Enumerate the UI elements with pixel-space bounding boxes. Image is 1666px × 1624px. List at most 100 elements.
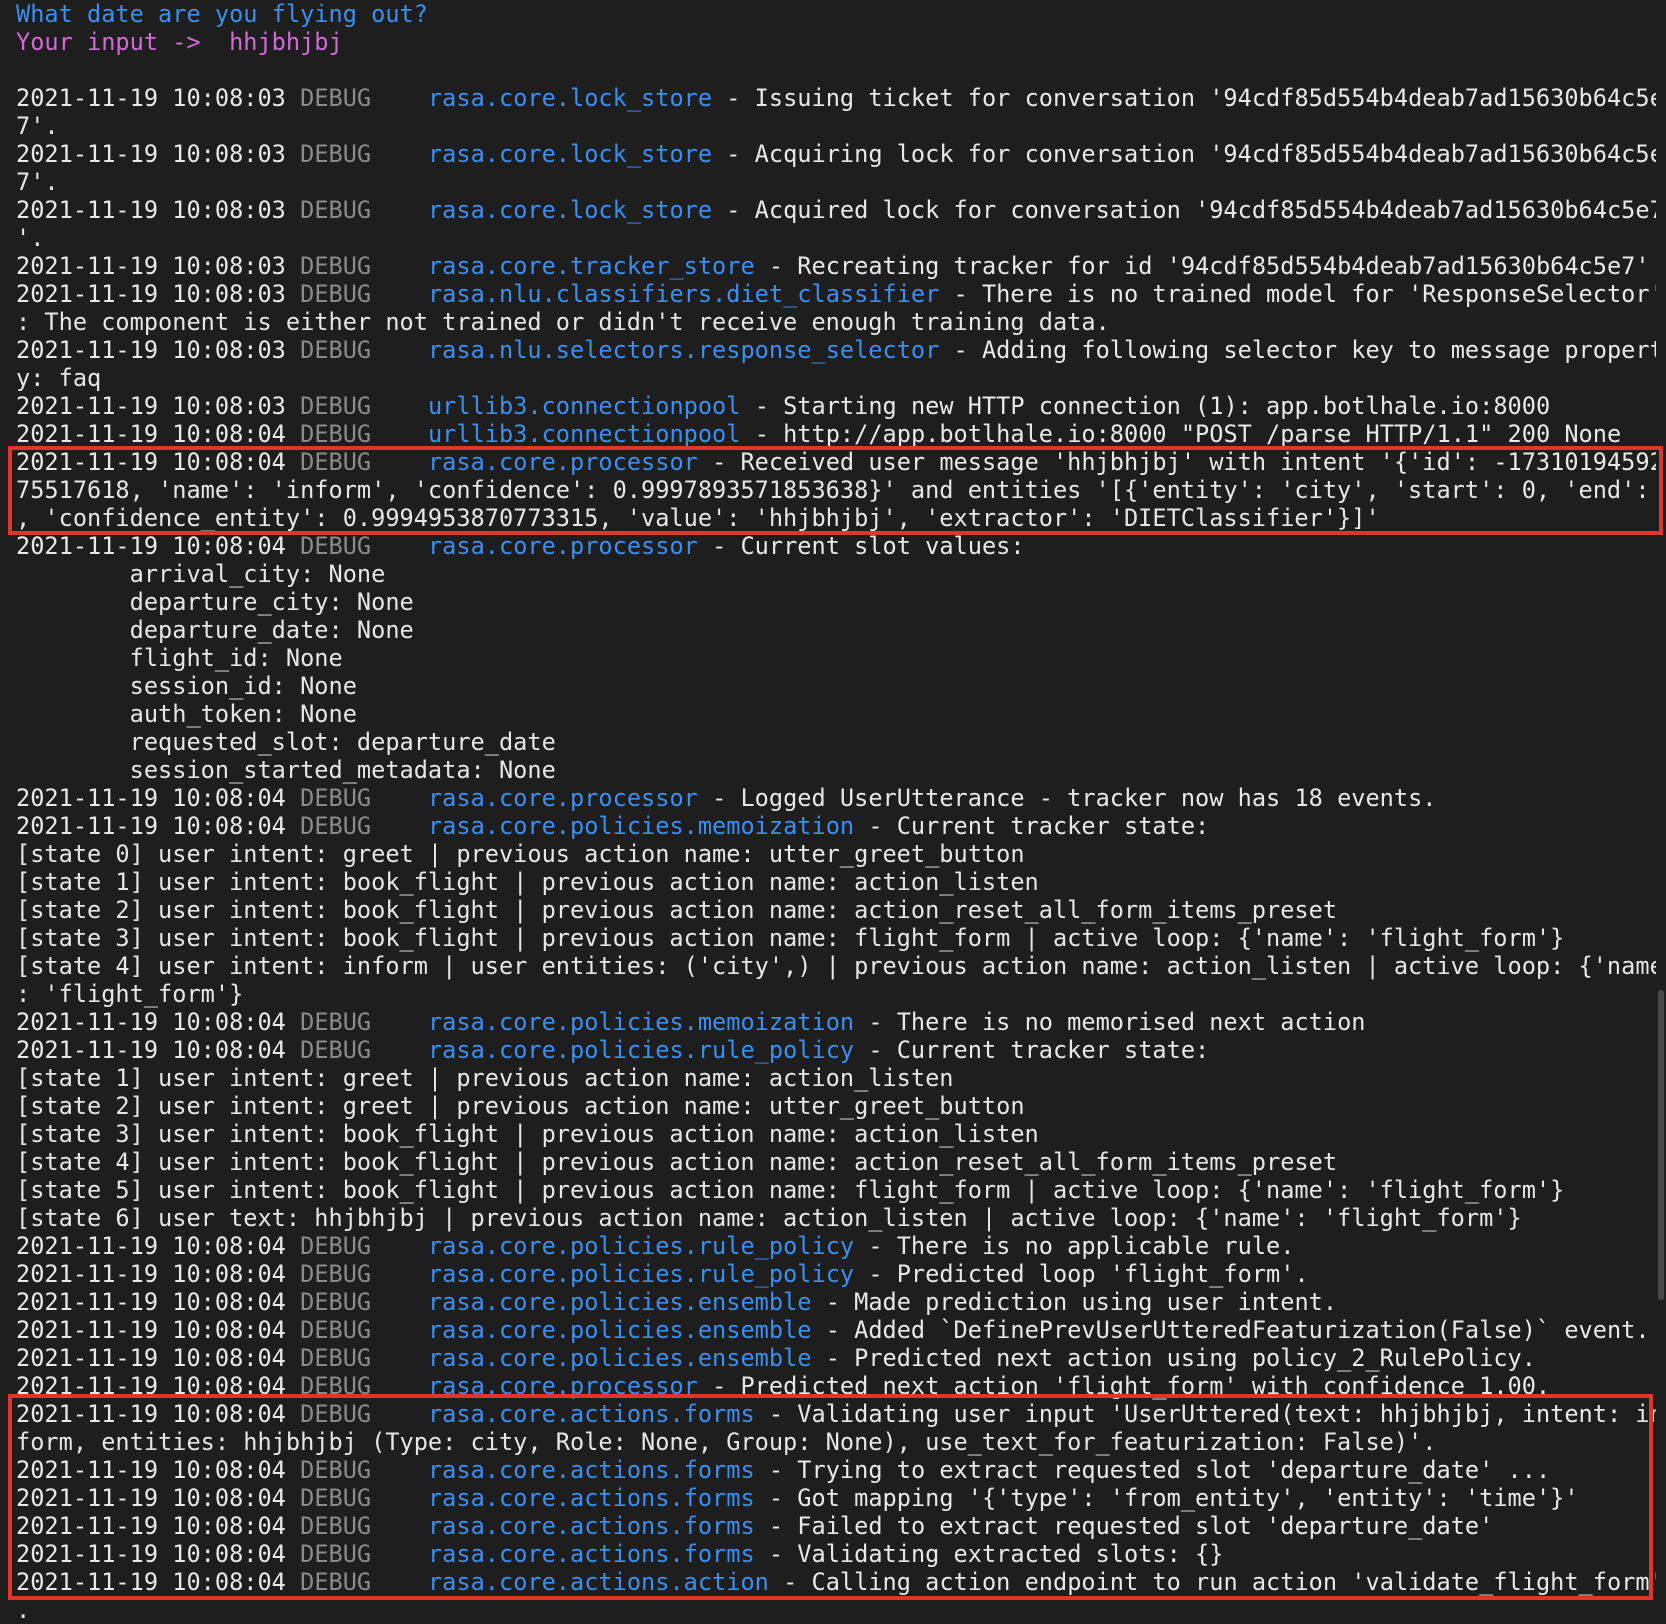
log-level: DEBUG xyxy=(300,1036,372,1064)
log-message: - Adding following selector key to messa… xyxy=(939,336,1656,364)
log-module: rasa.core.policies.rule_policy xyxy=(427,1036,855,1064)
log-message: - Starting new HTTP connection (1): app.… xyxy=(740,392,1551,420)
log-line: 2021-11-19 10:08:03 DEBUG rasa.nlu.class… xyxy=(16,280,1656,308)
log-line: 2021-11-19 10:08:04 DEBUG rasa.core.poli… xyxy=(16,1036,1656,1064)
log-continuation: . xyxy=(16,1596,31,1624)
log-timestamp: 2021-11-19 10:08:04 xyxy=(16,420,286,448)
log-module: rasa.core.policies.memoization xyxy=(427,1008,855,1036)
log-continuation: [state 1] user intent: book_flight | pre… xyxy=(16,868,1039,896)
log-line: 2021-11-19 10:08:04 DEBUG rasa.core.poli… xyxy=(16,1288,1656,1316)
user-input-echo: Your input -> hhjbhjbj xyxy=(16,28,343,56)
log-continuation: [state 0] user intent: greet | previous … xyxy=(16,840,1025,868)
log-timestamp: 2021-11-19 10:08:03 xyxy=(16,84,286,112)
log-level: DEBUG xyxy=(300,392,372,420)
log-continuation: departure_date: None xyxy=(16,616,414,644)
log-level: DEBUG xyxy=(300,812,372,840)
log-message: - Issuing ticket for conversation '94cdf… xyxy=(712,84,1656,112)
log-line: 2021-11-19 10:08:04 DEBUG rasa.core.poli… xyxy=(16,1008,1656,1036)
log-continuation: session_id: None xyxy=(16,672,357,700)
log-timestamp: 2021-11-19 10:08:03 xyxy=(16,140,286,168)
log-message: - Predicted loop 'flight_form'. xyxy=(854,1260,1309,1288)
log-level: DEBUG xyxy=(300,280,372,308)
log-lines: 2021-11-19 10:08:03 DEBUG rasa.core.lock… xyxy=(16,84,1656,1624)
log-level: DEBUG xyxy=(300,252,372,280)
log-timestamp: 2021-11-19 10:08:04 xyxy=(16,1232,286,1260)
log-module: urllib3.connectionpool xyxy=(427,420,741,448)
log-timestamp: 2021-11-19 10:08:04 xyxy=(16,532,286,560)
log-level: DEBUG xyxy=(300,336,372,364)
log-module: urllib3.connectionpool xyxy=(427,392,741,420)
log-message: - Made prediction using user intent. xyxy=(811,1288,1338,1316)
log-continuation: [state 2] user intent: greet | previous … xyxy=(16,1092,1025,1120)
log-module: rasa.core.lock_store xyxy=(427,84,713,112)
log-module: rasa.core.processor xyxy=(427,532,698,560)
log-message: - There is no trained model for 'Respons… xyxy=(939,280,1656,308)
log-level: DEBUG xyxy=(300,196,372,224)
log-continuation: [state 2] user intent: book_flight | pre… xyxy=(16,896,1338,924)
log-continuation: [state 4] user intent: book_flight | pre… xyxy=(16,1148,1338,1176)
log-line: 2021-11-19 10:08:04 DEBUG rasa.core.poli… xyxy=(16,1344,1656,1372)
log-timestamp: 2021-11-19 10:08:03 xyxy=(16,196,286,224)
log-continuation: [state 6] user text: hhjbhjbj | previous… xyxy=(16,1204,1522,1232)
log-message: - Current tracker state: xyxy=(854,812,1210,840)
log-module: rasa.core.policies.rule_policy xyxy=(427,1260,855,1288)
log-continuation: arrival_city: None xyxy=(16,560,386,588)
log-level: DEBUG xyxy=(300,532,372,560)
log-continuation: departure_city: None xyxy=(16,588,414,616)
log-line: 2021-11-19 10:08:03 DEBUG rasa.core.trac… xyxy=(16,252,1656,280)
scrollbar[interactable] xyxy=(1658,990,1664,1300)
terminal-output: What date are you flying out? Your input… xyxy=(16,0,1656,1624)
log-module: rasa.core.policies.rule_policy xyxy=(427,1232,855,1260)
log-message: - Acquiring lock for conversation '94cdf… xyxy=(712,140,1656,168)
log-timestamp: 2021-11-19 10:08:03 xyxy=(16,252,286,280)
log-continuation: 7'. xyxy=(16,168,59,196)
log-continuation: [state 4] user intent: inform | user ent… xyxy=(16,952,1656,980)
log-timestamp: 2021-11-19 10:08:04 xyxy=(16,1008,286,1036)
log-level: DEBUG xyxy=(300,1008,372,1036)
log-line: 2021-11-19 10:08:03 DEBUG rasa.core.lock… xyxy=(16,84,1656,112)
log-message: - http://app.botlhale.io:8000 "POST /par… xyxy=(740,420,1622,448)
log-timestamp: 2021-11-19 10:08:04 xyxy=(16,1316,286,1344)
log-timestamp: 2021-11-19 10:08:04 xyxy=(16,1288,286,1316)
log-continuation: requested_slot: departure_date xyxy=(16,728,556,756)
log-continuation: [state 1] user intent: greet | previous … xyxy=(16,1064,954,1092)
log-continuation: 7'. xyxy=(16,112,59,140)
log-line: 2021-11-19 10:08:04 DEBUG rasa.core.poli… xyxy=(16,812,1656,840)
log-message: - There is no applicable rule. xyxy=(854,1232,1295,1260)
log-timestamp: 2021-11-19 10:08:04 xyxy=(16,784,286,812)
log-timestamp: 2021-11-19 10:08:04 xyxy=(16,1036,286,1064)
log-timestamp: 2021-11-19 10:08:03 xyxy=(16,336,286,364)
log-timestamp: 2021-11-19 10:08:03 xyxy=(16,392,286,420)
log-message: - Predicted next action using policy_2_R… xyxy=(811,1344,1536,1372)
log-module: rasa.core.policies.memoization xyxy=(427,812,855,840)
log-module: rasa.core.processor xyxy=(427,784,698,812)
log-continuation: '. xyxy=(16,224,45,252)
log-continuation: [state 3] user intent: book_flight | pre… xyxy=(16,1120,1039,1148)
log-level: DEBUG xyxy=(300,1344,372,1372)
log-module: rasa.nlu.selectors.response_selector xyxy=(427,336,940,364)
log-module: rasa.core.lock_store xyxy=(427,196,713,224)
log-line: 2021-11-19 10:08:04 DEBUG rasa.core.poli… xyxy=(16,1232,1656,1260)
log-level: DEBUG xyxy=(300,420,372,448)
log-level: DEBUG xyxy=(300,140,372,168)
log-line: 2021-11-19 10:08:03 DEBUG rasa.core.lock… xyxy=(16,140,1656,168)
log-continuation: : The component is either not trained or… xyxy=(16,308,1110,336)
log-timestamp: 2021-11-19 10:08:04 xyxy=(16,812,286,840)
log-module: rasa.core.tracker_store xyxy=(427,252,755,280)
log-level: DEBUG xyxy=(300,784,372,812)
log-message: - Current tracker state: xyxy=(854,1036,1210,1064)
log-level: DEBUG xyxy=(300,84,372,112)
log-continuation: flight_id: None xyxy=(16,644,343,672)
highlight-box-received-message xyxy=(8,446,1663,535)
log-level: DEBUG xyxy=(300,1260,372,1288)
prompt-question: What date are you flying out? xyxy=(16,0,428,28)
log-level: DEBUG xyxy=(300,1288,372,1316)
log-module: rasa.core.policies.ensemble xyxy=(427,1344,812,1372)
log-message: - Current slot values: xyxy=(697,532,1025,560)
log-line: 2021-11-19 10:08:03 DEBUG rasa.core.lock… xyxy=(16,196,1656,224)
log-line: 2021-11-19 10:08:04 DEBUG rasa.core.proc… xyxy=(16,532,1656,560)
highlight-box-form-validation xyxy=(8,1394,1653,1600)
log-message: - There is no memorised next action xyxy=(854,1008,1366,1036)
log-continuation: : 'flight_form'} xyxy=(16,980,244,1008)
